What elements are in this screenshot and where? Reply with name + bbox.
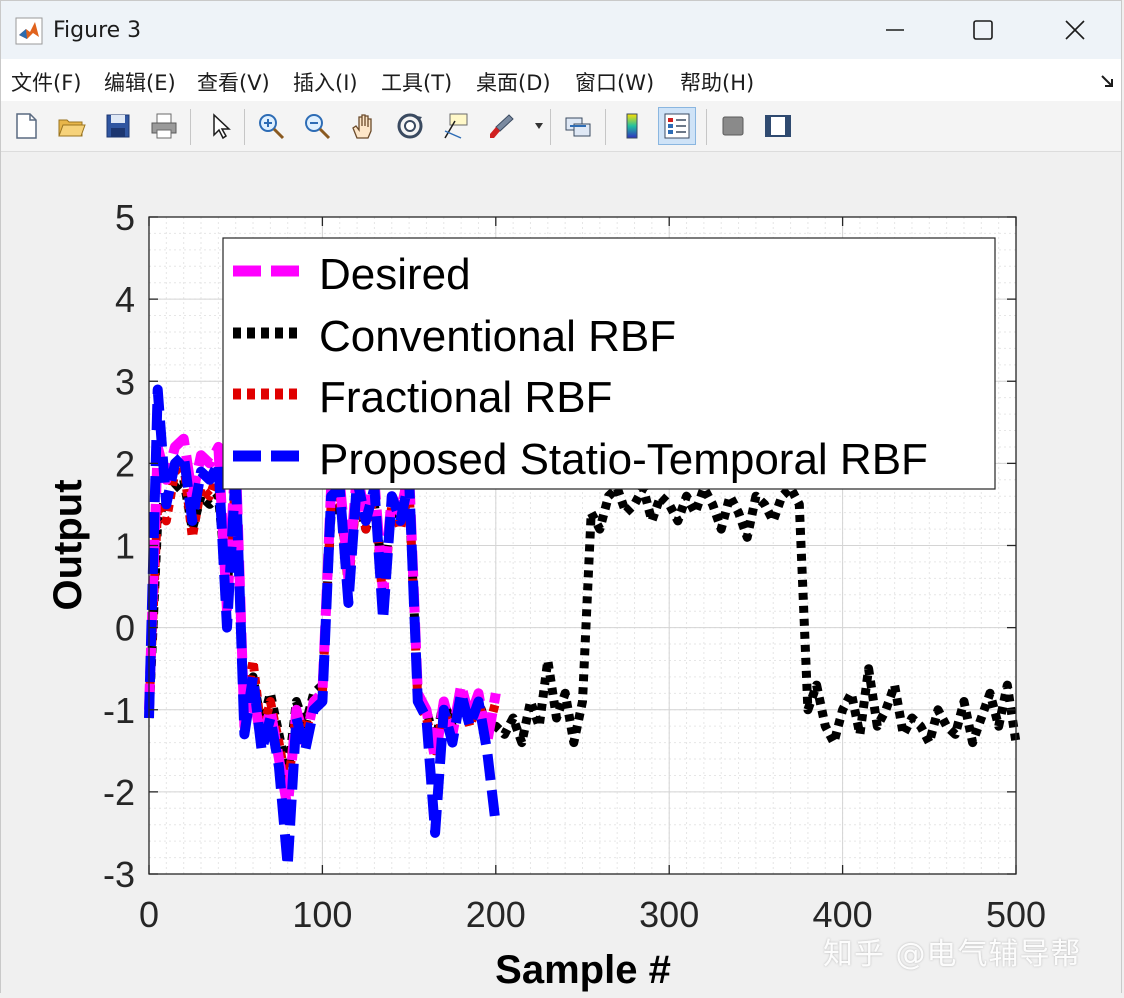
- y-tick-label: 1: [115, 526, 135, 567]
- y-tick-label: -3: [103, 854, 135, 895]
- menu-tools[interactable]: 工具(T): [381, 67, 452, 97]
- select-button[interactable]: [201, 107, 239, 145]
- watermark-text: 知乎 @电气辅导帮: [823, 937, 1082, 972]
- toolbar-separator: [190, 109, 191, 145]
- brush-button[interactable]: [483, 107, 521, 145]
- y-axis-label: Output: [46, 479, 90, 610]
- link-plot-icon: [565, 117, 591, 137]
- x-tick-label: 200: [466, 894, 526, 935]
- rotate-3d-icon: [397, 113, 423, 139]
- legend-label-conventional: Conventional RBF: [319, 312, 676, 361]
- close-button[interactable]: [1029, 1, 1121, 59]
- title-bar[interactable]: Figure 3: [1, 1, 1121, 59]
- open-file-icon: [58, 119, 86, 137]
- menu-desktop[interactable]: 桌面(D): [476, 67, 551, 97]
- brush-dropdown-icon[interactable]: [534, 122, 544, 130]
- show-plot-tools-icon: [765, 115, 791, 137]
- legend-label-desired: Desired: [319, 250, 471, 299]
- menu-window[interactable]: 窗口(W): [575, 67, 654, 97]
- menu-insert[interactable]: 插入(I): [293, 67, 358, 97]
- toolbar-separator: [244, 109, 245, 145]
- legend-label-fractional: Fractional RBF: [319, 373, 612, 422]
- x-tick-label: 0: [139, 894, 159, 935]
- pan-button[interactable]: [344, 107, 382, 145]
- colorbar-button[interactable]: [613, 107, 651, 145]
- new-figure-button[interactable]: [7, 107, 45, 145]
- print-icon: [151, 113, 177, 139]
- chart-svg[interactable]: 0 100 200 300 400 500 543210-1-2-3 Sample # O…: [1, 152, 1121, 994]
- legend-button[interactable]: [658, 107, 696, 145]
- x-axis-label: Sample #: [495, 948, 671, 992]
- new-figure-icon: [16, 113, 37, 139]
- minimize-button[interactable]: [849, 1, 941, 59]
- save-button[interactable]: [99, 107, 137, 145]
- menu-help[interactable]: 帮助(H): [680, 67, 754, 97]
- colorbar-icon: [626, 113, 638, 139]
- dock-arrow-icon[interactable]: [1099, 73, 1115, 89]
- close-icon: [1065, 20, 1085, 40]
- data-cursor-icon: [444, 113, 468, 139]
- y-tick-label: 0: [115, 608, 135, 649]
- maximize-icon: [973, 20, 993, 40]
- y-tick-label: -2: [103, 772, 135, 813]
- y-tick-label: 2: [115, 443, 135, 484]
- select-arrow-icon: [213, 113, 231, 140]
- zoom-out-icon: [305, 114, 331, 140]
- window-title: Figure 3: [53, 18, 142, 43]
- matlab-logo-icon: [15, 17, 43, 45]
- figure-toolbar: [1, 101, 1121, 152]
- pan-hand-icon: [352, 114, 372, 139]
- zoom-out-button[interactable]: [298, 107, 336, 145]
- y-tick-label: 3: [115, 361, 135, 402]
- menu-bar: 文件(F) 编辑(E) 查看(V) 插入(I) 工具(T) 桌面(D) 窗口(W…: [1, 59, 1121, 102]
- rotate-button[interactable]: [391, 107, 429, 145]
- x-tick-label: 300: [639, 894, 699, 935]
- menu-view[interactable]: 查看(V): [197, 67, 270, 97]
- toolbar-separator: [550, 109, 551, 145]
- brush-icon: [490, 114, 514, 138]
- maximize-button[interactable]: [937, 1, 1029, 59]
- legend[interactable]: Desired Conventional RBF Fractional RBF …: [222, 237, 996, 490]
- link-plot-button[interactable]: [559, 107, 597, 145]
- y-tick-label: 5: [115, 197, 135, 238]
- show-plot-tools-button[interactable]: [759, 107, 797, 145]
- toolbar-separator: [605, 109, 606, 145]
- legend-icon: [664, 113, 690, 139]
- x-tick-label: 100: [292, 894, 352, 935]
- save-icon: [106, 114, 130, 138]
- figure-canvas: 0 100 200 300 400 500 5 4 3 2 1 0 -1 -2 -3 Sample # O…: [1, 152, 1121, 994]
- hide-plot-tools-icon: [722, 116, 744, 136]
- hide-plot-tools-button[interactable]: [714, 107, 752, 145]
- legend-label-proposed: Proposed Statio-Temporal RBF: [319, 435, 928, 484]
- toolbar-separator: [706, 109, 707, 145]
- menu-edit[interactable]: 编辑(E): [104, 67, 176, 97]
- data-cursor-button[interactable]: [437, 107, 475, 145]
- print-button[interactable]: [145, 107, 183, 145]
- open-file-button[interactable]: [52, 107, 90, 145]
- zoom-in-icon: [259, 114, 285, 140]
- y-tick-label: -1: [103, 690, 135, 731]
- zoom-in-button[interactable]: [252, 107, 290, 145]
- minimize-icon: [886, 29, 904, 31]
- menu-file[interactable]: 文件(F): [11, 67, 81, 97]
- figure-window: Figure 3 文件(F) 编辑(E) 查看(V) 插入(I) 工具(T) 桌…: [0, 0, 1122, 994]
- y-tick-label: 4: [115, 279, 135, 320]
- y-tick-labels: 5 4 3 2 1 0 -1 -2 -3: [103, 197, 135, 895]
